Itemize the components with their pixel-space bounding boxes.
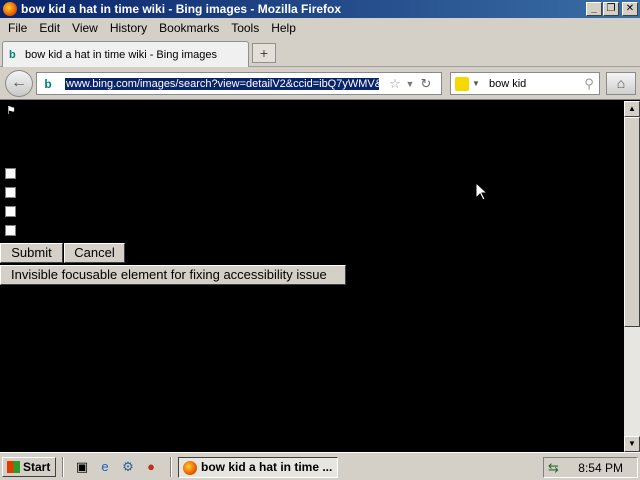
start-label: Start <box>23 460 51 474</box>
start-button[interactable]: Start <box>2 457 56 477</box>
reload-icon[interactable]: ↻ <box>417 76 435 92</box>
minimize-button[interactable]: _ <box>586 2 602 16</box>
scroll-thumb[interactable] <box>624 117 640 327</box>
search-engine-icon[interactable] <box>455 76 469 91</box>
checkbox[interactable] <box>5 206 16 217</box>
home-icon: ⌂ <box>616 75 626 91</box>
navigation-toolbar: ← b www.bing.com/images/search?view=deta… <box>0 67 640 100</box>
chevron-down-icon[interactable]: ▼ <box>469 79 483 88</box>
checkbox[interactable] <box>5 187 16 198</box>
firefox-icon <box>183 461 197 475</box>
mouse-cursor-icon <box>476 183 488 201</box>
bookmark-star-icon[interactable]: ☆ <box>387 76 403 92</box>
chevron-down-icon[interactable]: ▼ <box>403 79 417 89</box>
url-bar[interactable]: b www.bing.com/images/search?view=detail… <box>36 72 442 95</box>
taskbar-separator <box>170 457 172 477</box>
scroll-up-button[interactable]: ▲ <box>624 101 640 117</box>
new-tab-button[interactable]: + <box>252 43 276 63</box>
flag-icon: ⚑ <box>6 105 16 117</box>
network-icon[interactable]: ⚙ <box>120 459 136 475</box>
menu-help[interactable]: Help <box>265 21 302 35</box>
vertical-scrollbar[interactable]: ▲ ▼ <box>624 101 640 452</box>
checkbox[interactable] <box>5 168 16 179</box>
taskbar-item-label: bow kid a hat in time ... <box>201 460 333 474</box>
clock[interactable]: 8:54 PM <box>578 461 623 475</box>
show-desktop-icon[interactable]: ▣ <box>74 459 90 475</box>
menu-edit[interactable]: Edit <box>33 21 66 35</box>
windows-logo-icon <box>7 461 20 473</box>
menu-tools[interactable]: Tools <box>225 21 265 35</box>
cancel-button[interactable]: Cancel <box>64 243 125 263</box>
home-button[interactable]: ⌂ <box>606 72 636 95</box>
internet-explorer-icon[interactable]: e <box>97 459 113 475</box>
page-content: ⚑ Submit Cancel Invisible focusable elem… <box>0 101 624 452</box>
window-controls: _ ❐ ✕ <box>585 2 638 16</box>
maximize-button[interactable]: ❐ <box>603 2 619 16</box>
system-tray: ⇆ 8:54 PM <box>543 457 638 478</box>
taskbar-item-firefox[interactable]: bow kid a hat in time ... <box>178 457 338 478</box>
network-status-icon[interactable]: ⇆ <box>548 460 559 476</box>
menu-bookmarks[interactable]: Bookmarks <box>153 21 225 35</box>
search-bar[interactable]: ▼ bow kid ⚲ <box>450 72 600 95</box>
menu-view[interactable]: View <box>66 21 104 35</box>
search-input[interactable]: bow kid <box>483 78 579 90</box>
firefox-icon[interactable] <box>3 2 17 16</box>
back-button[interactable]: ← <box>5 70 33 97</box>
window-title: bow kid a hat in time wiki - Bing images… <box>21 2 342 16</box>
menu-history[interactable]: History <box>104 21 153 35</box>
checkbox[interactable] <box>5 225 16 236</box>
scroll-down-button[interactable]: ▼ <box>624 436 640 452</box>
tab-active[interactable]: b bow kid a hat in time wiki - Bing imag… <box>2 41 249 67</box>
back-arrow-icon: ← <box>11 74 27 91</box>
accessibility-focus-button[interactable]: Invisible focusable element for fixing a… <box>0 265 346 285</box>
url-text[interactable]: www.bing.com/images/search?view=detailV2… <box>65 77 379 90</box>
taskbar-separator <box>62 457 64 477</box>
magnifier-icon[interactable]: ⚲ <box>579 76 599 92</box>
menu-file[interactable]: File <box>2 21 33 35</box>
bing-icon: b <box>44 76 52 91</box>
bing-icon: b <box>9 48 16 61</box>
tab-title: bow kid a hat in time wiki - Bing images <box>25 48 217 61</box>
taskbar: Start ▣ e ⚙ ● bow kid a hat in time ... … <box>0 452 640 480</box>
menu-bar: File Edit View History Bookmarks Tools H… <box>0 18 640 38</box>
window-titlebar[interactable]: bow kid a hat in time wiki - Bing images… <box>0 0 640 18</box>
firefox-quicklaunch-icon[interactable]: ● <box>143 459 159 475</box>
tab-bar: b bow kid a hat in time wiki - Bing imag… <box>0 38 640 67</box>
submit-button[interactable]: Submit <box>0 243 63 263</box>
close-button[interactable]: ✕ <box>622 2 638 16</box>
